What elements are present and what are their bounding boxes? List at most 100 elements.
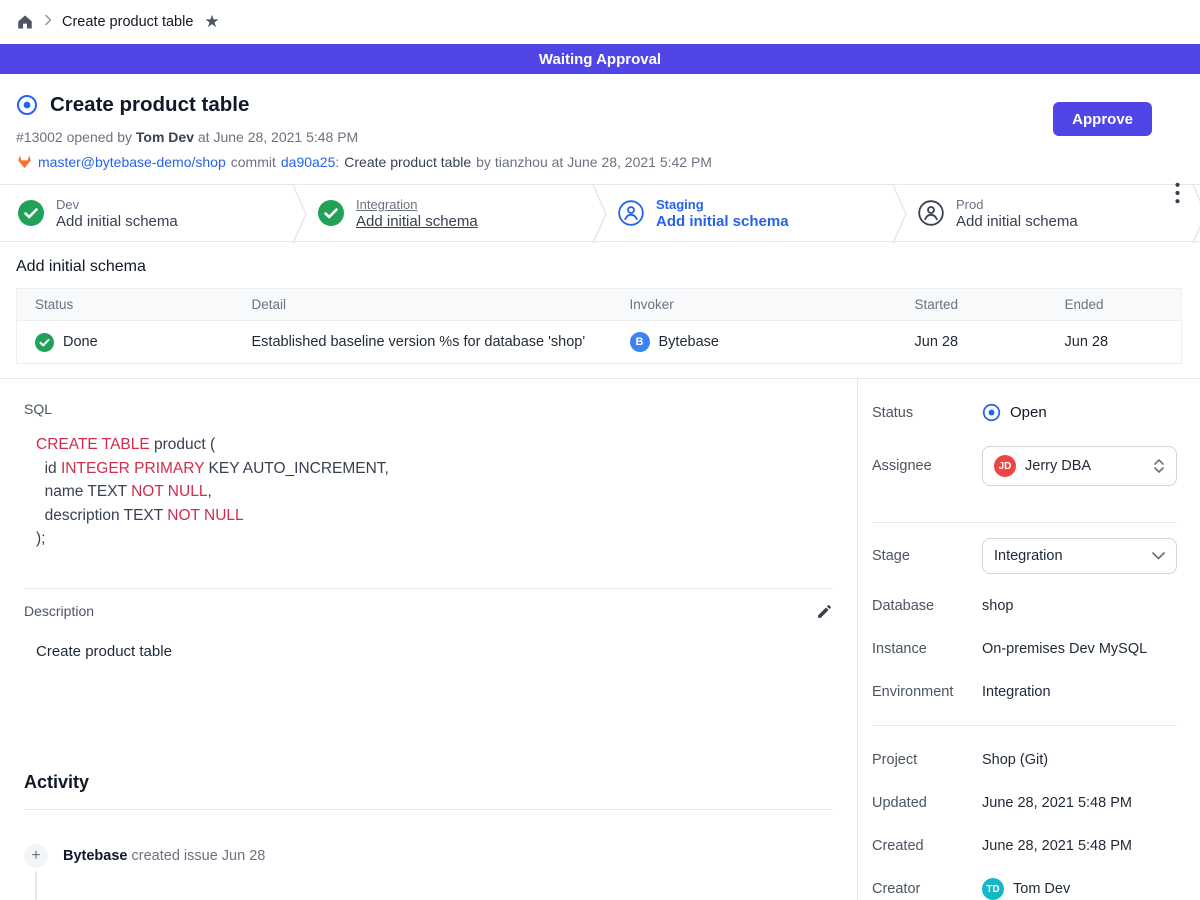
creator-row: Creator TD Tom Dev <box>872 878 1177 900</box>
sql-label: SQL <box>24 401 833 417</box>
issue-title: Create product table <box>50 93 249 117</box>
stage-integration[interactable]: IntegrationAdd initial schema <box>300 185 600 241</box>
task-done-icon <box>35 333 54 352</box>
database-label: Database <box>872 598 982 614</box>
assignee-value: Jerry DBA <box>1025 458 1144 474</box>
instance-row: Instance On-premises Dev MySQL <box>872 641 1177 657</box>
database-value: shop <box>982 598 1013 614</box>
activity-item: + Bytebase created issue Jun 28 <box>24 844 833 868</box>
commit-word: commit <box>231 154 276 170</box>
dropdown-chevron-icon <box>1152 552 1165 560</box>
timeline-line <box>35 871 37 900</box>
col-detail: Detail <box>234 289 612 321</box>
issue-open-time: at June 28, 2021 5:48 PM <box>198 129 358 145</box>
stage-env-label: Prod <box>956 197 1078 212</box>
environment-label: Environment <box>872 684 982 700</box>
pipeline-stages: DevAdd initial schema IntegrationAdd ini… <box>0 184 1200 242</box>
breadcrumb-page-title: Create product table <box>62 14 193 30</box>
stage-done-icon <box>318 200 344 226</box>
main-column: SQL CREATE TABLE product ( id INTEGER PR… <box>0 379 858 900</box>
col-invoker: Invoker <box>612 289 897 321</box>
stage-env-label[interactable]: Integration <box>356 197 478 212</box>
instance-value: On-premises Dev MySQL <box>982 641 1147 657</box>
project-label: Project <box>872 752 982 768</box>
issue-open-icon <box>16 94 38 116</box>
col-status: Status <box>17 289 234 321</box>
unfold-icon <box>1153 458 1165 474</box>
assignee-label: Assignee <box>872 458 982 474</box>
stage-dev[interactable]: DevAdd initial schema <box>0 185 300 241</box>
col-ended: Ended <box>1047 289 1182 321</box>
stage-row: Stage Integration <box>872 538 1177 574</box>
table-row: Done Established baseline version %s for… <box>17 321 1182 364</box>
activity-actor: Bytebase <box>63 848 127 864</box>
task-section-title: Add initial schema <box>16 258 1182 276</box>
project-row: Project Shop (Git) <box>872 752 1177 768</box>
database-row: Database shop <box>872 598 1177 614</box>
updated-value: June 28, 2021 5:48 PM <box>982 795 1132 811</box>
updated-row: Updated June 28, 2021 5:48 PM <box>872 795 1177 811</box>
gitlab-icon <box>16 154 33 170</box>
stage-prod[interactable]: ProdAdd initial schema <box>900 185 1200 241</box>
description-text: Create product table <box>36 643 833 660</box>
activity-plus-icon: + <box>24 844 48 868</box>
stage-task-label: Add initial schema <box>656 213 789 230</box>
bytebase-issue-page: Create product table ★ Waiting Approval … <box>0 0 1200 900</box>
created-label: Created <box>872 838 982 854</box>
description-label: Description <box>24 603 94 619</box>
task-ended: Jun 28 <box>1047 321 1182 364</box>
favorite-star-icon[interactable]: ★ <box>204 12 219 32</box>
home-icon[interactable] <box>16 13 34 31</box>
creator-avatar: TD <box>982 878 1004 900</box>
stage-staging[interactable]: StagingAdd initial schema <box>600 185 900 241</box>
status-label: Status <box>872 405 982 421</box>
issue-header: Create product table #13002 opened by To… <box>0 74 1200 184</box>
created-row: Created June 28, 2021 5:48 PM <box>872 838 1177 854</box>
task-detail: Established baseline version %s for data… <box>234 321 612 364</box>
created-value: June 28, 2021 5:48 PM <box>982 838 1132 854</box>
issue-opener: Tom Dev <box>136 129 194 145</box>
sql-code: CREATE TABLE product ( id INTEGER PRIMAR… <box>36 433 833 551</box>
invoker-avatar: B <box>630 332 650 352</box>
stage-env-label: Dev <box>56 197 178 212</box>
task-table-header: Status Detail Invoker Started Ended <box>17 289 1182 321</box>
breadcrumb: Create product table ★ <box>0 0 1200 44</box>
issue-meta: #13002 opened by Tom Dev at June 28, 202… <box>16 129 1176 145</box>
assignee-row: Assignee JD Jerry DBA <box>872 446 1177 486</box>
stage-person-icon <box>618 200 644 226</box>
divider <box>24 588 833 589</box>
commit-message: Create product table <box>344 154 471 170</box>
stage-select[interactable]: Integration <box>982 538 1177 574</box>
task-started: Jun 28 <box>897 321 1047 364</box>
stage-task-label: Add initial schema <box>56 213 178 230</box>
creator-label: Creator <box>872 881 982 897</box>
content-split: SQL CREATE TABLE product ( id INTEGER PR… <box>0 378 1200 900</box>
assignee-avatar: JD <box>994 455 1016 477</box>
commit-byline: by tianzhou at June 28, 2021 5:42 PM <box>476 154 712 170</box>
stage-value: Integration <box>994 548 1143 564</box>
divider <box>872 725 1177 726</box>
task-table: Status Detail Invoker Started Ended Done… <box>16 288 1182 364</box>
status-open-icon <box>982 403 1001 422</box>
sidebar: Status Open Assignee JD Jerry DBA Stage <box>858 379 1200 900</box>
task-status: Done <box>63 334 98 350</box>
status-row: Status Open <box>872 403 1177 422</box>
commit-line: master@bytebase-demo/shop commit da90a25… <box>16 154 1176 170</box>
approve-button[interactable]: Approve <box>1053 102 1152 136</box>
breadcrumb-chevron-icon <box>43 13 53 31</box>
edit-pencil-icon[interactable] <box>816 603 833 620</box>
status-value: Open <box>1010 404 1047 421</box>
updated-label: Updated <box>872 795 982 811</box>
stage-label: Stage <box>872 548 982 564</box>
approval-status-banner: Waiting Approval <box>0 44 1200 74</box>
stage-task-label: Add initial schema <box>956 213 1078 230</box>
branch-repo-link[interactable]: master@bytebase-demo/shop <box>38 154 226 170</box>
assignee-select[interactable]: JD Jerry DBA <box>982 446 1177 486</box>
instance-label: Instance <box>872 641 982 657</box>
stage-env-label: Staging <box>656 197 789 212</box>
issue-id-text: #13002 opened by <box>16 129 132 145</box>
activity-action: created issue Jun 28 <box>132 848 266 864</box>
commit-hash-link[interactable]: da90a25 <box>281 154 336 170</box>
invoker-name: Bytebase <box>659 334 719 350</box>
stage-task-label[interactable]: Add initial schema <box>356 213 478 230</box>
